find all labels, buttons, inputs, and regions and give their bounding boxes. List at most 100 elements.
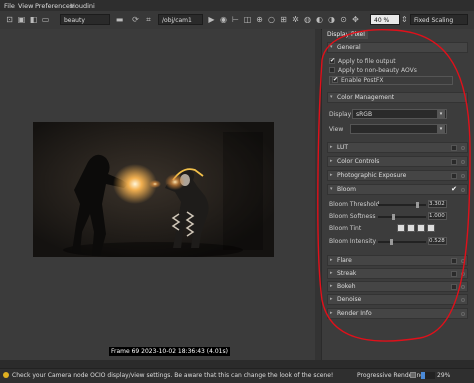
bloom-threshold-handle[interactable] bbox=[416, 202, 420, 208]
zoom-value: 40 % bbox=[374, 17, 390, 24]
enable-postfx-checkbox[interactable] bbox=[332, 76, 338, 83]
rgb-icon[interactable]: ◉ bbox=[218, 14, 229, 25]
display-dropdown[interactable]: sRGB ▾ bbox=[352, 109, 447, 119]
lut-enable-checkbox[interactable] bbox=[451, 145, 457, 151]
display-value: sRGB bbox=[356, 111, 373, 118]
menu-bar: File View Preferences Houdini bbox=[0, 0, 474, 11]
flare-reset-icon[interactable] bbox=[461, 259, 465, 263]
photographic-exposure-reset-icon[interactable] bbox=[461, 174, 465, 178]
zoom-field[interactable]: 40 % bbox=[370, 14, 400, 25]
color-icon[interactable]: ◍ bbox=[302, 14, 313, 25]
scaling-value: Fixed Scaling bbox=[414, 17, 454, 24]
flare-enable-checkbox[interactable] bbox=[451, 258, 457, 264]
tab-pixel[interactable]: Pixel bbox=[348, 31, 368, 39]
bloom-tint-fields bbox=[397, 224, 447, 232]
crop-icon[interactable]: ⌗ bbox=[143, 14, 154, 25]
bloom-intensity-slider[interactable] bbox=[378, 239, 426, 245]
play-icon[interactable]: ▶ bbox=[206, 14, 217, 25]
aov-select[interactable]: beauty bbox=[60, 14, 110, 25]
bloom-reset-icon[interactable] bbox=[461, 188, 465, 192]
section-denoise-title: Denoise bbox=[337, 296, 362, 303]
menu-view[interactable]: View bbox=[18, 2, 33, 10]
frame-info-label: Frame 69 2023-10-02 18:36:43 (4.01s) bbox=[109, 347, 230, 356]
bokeh-enable-checkbox[interactable] bbox=[451, 284, 457, 290]
section-flare-title: Flare bbox=[337, 257, 352, 264]
apply-file-output-checkbox[interactable] bbox=[329, 57, 335, 64]
section-general[interactable]: ▾ General bbox=[327, 42, 468, 53]
bloom-tint-swatch[interactable] bbox=[427, 224, 435, 232]
section-photographic-exposure-title: Photographic Exposure bbox=[337, 172, 407, 179]
section-photographic-exposure[interactable]: ▸ Photographic Exposure bbox=[327, 170, 468, 181]
section-lut[interactable]: ▸ LUT bbox=[327, 142, 468, 153]
target-icon[interactable]: ⊕ bbox=[254, 14, 265, 25]
chat-icon[interactable]: ▬ bbox=[114, 14, 125, 25]
denoise-reset-icon[interactable] bbox=[461, 298, 465, 302]
bloom-threshold-slider[interactable] bbox=[378, 202, 426, 208]
display-icon[interactable]: ▭ bbox=[40, 14, 51, 25]
stop-render-icon[interactable] bbox=[410, 372, 416, 378]
apply-non-beauty-row[interactable]: Apply to non-beauty AOVs bbox=[329, 66, 417, 74]
menu-preferences[interactable]: Preferences bbox=[35, 2, 73, 10]
view-dropdown[interactable]: ▾ bbox=[350, 124, 447, 134]
bloom-intensity-handle[interactable] bbox=[390, 239, 394, 245]
bokeh-reset-icon[interactable] bbox=[461, 285, 465, 289]
apply-file-output-row[interactable]: Apply to file output bbox=[329, 57, 396, 65]
section-flare[interactable]: ▸ Flare bbox=[327, 255, 468, 266]
enable-postfx-row[interactable]: Enable PostFX bbox=[329, 76, 453, 85]
photographic-exposure-enable-checkbox[interactable] bbox=[451, 173, 457, 179]
section-color-controls[interactable]: ▸ Color Controls bbox=[327, 156, 468, 167]
ruler-icon[interactable]: ⊢ bbox=[230, 14, 241, 25]
section-bokeh-title: Bokeh bbox=[337, 283, 356, 290]
pan-icon[interactable]: ✥ bbox=[350, 14, 361, 25]
progress-bar bbox=[421, 372, 435, 379]
viewport-scrollbar[interactable] bbox=[315, 29, 321, 360]
circle-icon[interactable]: ○ bbox=[266, 14, 277, 25]
bloom-enable-checkbox[interactable]: ✔ bbox=[451, 186, 457, 193]
zoom-stepper-icon[interactable]: ⇕ bbox=[401, 14, 408, 25]
section-bloom[interactable]: ▾ Bloom ✔ bbox=[327, 184, 468, 195]
zoom-fit-icon[interactable]: ⊙ bbox=[338, 14, 349, 25]
section-color-management[interactable]: ▾ Color Management bbox=[327, 92, 468, 103]
scaling-select[interactable]: Fixed Scaling bbox=[410, 14, 468, 25]
expand-arrow-icon: ▸ bbox=[330, 257, 333, 263]
bloom-tint-g-field[interactable] bbox=[407, 224, 415, 232]
pin-icon[interactable]: ◧ bbox=[28, 14, 39, 25]
section-bokeh[interactable]: ▸ Bokeh bbox=[327, 281, 468, 292]
apply-file-output-label: Apply to file output bbox=[338, 58, 396, 65]
mask-icon[interactable]: ◐ bbox=[314, 14, 325, 25]
progress-fill bbox=[421, 372, 426, 379]
render-image bbox=[33, 122, 274, 257]
section-streak[interactable]: ▸ Streak bbox=[327, 268, 468, 279]
apply-non-beauty-checkbox[interactable] bbox=[329, 66, 335, 73]
toolbar: ⊡ ▣ ◧ ▭ beauty ▬ ⟳ ⌗ /obj/cam1 ▶ ◉ ⊢ ◫ ⊕… bbox=[0, 11, 474, 30]
bloom-tint-r-field[interactable] bbox=[397, 224, 405, 232]
star-icon[interactable]: ✲ bbox=[290, 14, 301, 25]
region-icon[interactable]: ◫ bbox=[242, 14, 253, 25]
color-controls-reset-icon[interactable] bbox=[461, 160, 465, 164]
streak-reset-icon[interactable] bbox=[461, 272, 465, 276]
refresh-icon[interactable]: ⟳ bbox=[130, 14, 141, 25]
bloom-softness-handle[interactable] bbox=[391, 214, 395, 220]
menu-file[interactable]: File bbox=[4, 2, 15, 10]
collapse-arrow-icon: ▾ bbox=[330, 186, 333, 192]
enable-postfx-label: Enable PostFX bbox=[341, 77, 384, 84]
grid-icon[interactable]: ⊞ bbox=[278, 14, 289, 25]
bloom-threshold-field[interactable]: 3.302 bbox=[428, 200, 447, 208]
streak-enable-checkbox[interactable] bbox=[451, 271, 457, 277]
lut-reset-icon[interactable] bbox=[461, 146, 465, 150]
compare-icon[interactable]: ◑ bbox=[326, 14, 337, 25]
expand-arrow-icon: ▸ bbox=[330, 158, 333, 164]
render-info-reset-icon[interactable] bbox=[461, 312, 465, 316]
snapshot-icon[interactable]: ▣ bbox=[16, 14, 27, 25]
bloom-softness-slider[interactable] bbox=[378, 214, 426, 220]
section-render-info[interactable]: ▸ Render Info bbox=[327, 308, 468, 319]
bloom-tint-b-field[interactable] bbox=[417, 224, 425, 232]
camera-path-field[interactable]: /obj/cam1 bbox=[158, 14, 203, 25]
bloom-intensity-field[interactable]: 0.528 bbox=[428, 237, 447, 245]
color-controls-enable-checkbox[interactable] bbox=[451, 159, 457, 165]
menu-houdini[interactable]: Houdini bbox=[70, 2, 95, 10]
bloom-softness-field[interactable]: 1.000 bbox=[428, 212, 447, 220]
lock-icon[interactable]: ⊡ bbox=[4, 14, 15, 25]
expand-arrow-icon: ▸ bbox=[330, 270, 333, 276]
section-denoise[interactable]: ▸ Denoise bbox=[327, 294, 468, 305]
